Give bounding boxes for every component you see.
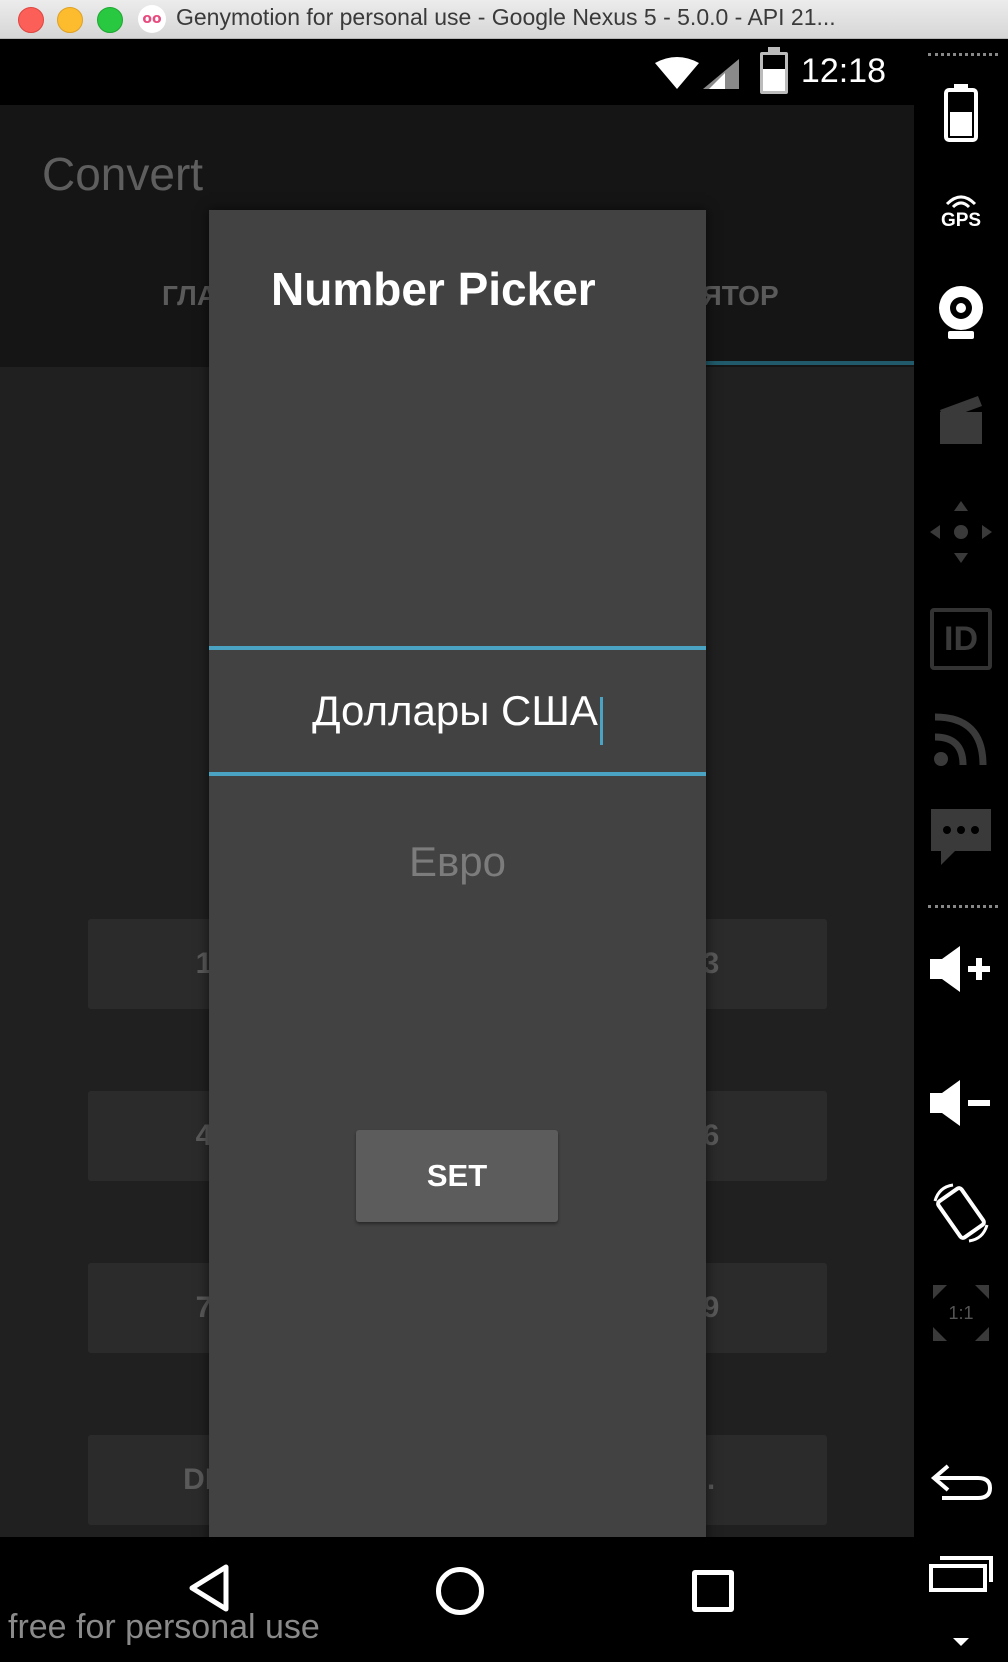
home-icon[interactable]	[436, 1567, 484, 1615]
network-tool-button[interactable]	[914, 699, 1008, 779]
picker-divider-bottom	[209, 772, 706, 776]
recent-apps-tool-button[interactable]	[914, 1539, 1008, 1609]
genymotion-logo-icon: oo	[138, 5, 166, 33]
picker-next-value[interactable]: Евро	[209, 838, 706, 886]
maximize-window-button[interactable]	[97, 7, 123, 33]
rotate-screen-icon	[933, 1183, 989, 1243]
toolbar-grip-2	[928, 905, 998, 908]
number-picker-dialog: Number Picker Доллары США Евро SET	[209, 210, 706, 1564]
volume-up-icon	[930, 946, 990, 992]
dpad-tool-button[interactable]	[914, 487, 1008, 577]
cell-signal-icon	[703, 59, 739, 89]
dpad-icon	[930, 501, 992, 563]
minimize-window-button[interactable]	[57, 7, 83, 33]
ratio-label: 1:1	[948, 1302, 974, 1323]
recents-icon[interactable]	[692, 1570, 734, 1612]
id-icon: ID	[930, 608, 992, 670]
capture-tool-button[interactable]	[914, 379, 1008, 459]
clapperboard-icon	[940, 396, 982, 444]
volume-down-icon	[930, 1080, 990, 1126]
dialog-title: Number Picker	[271, 263, 596, 315]
recent-apps-icon	[929, 1556, 993, 1592]
back-tool-button[interactable]	[914, 1447, 1008, 1517]
status-bar: 12:18	[0, 39, 914, 105]
return-arrow-icon	[930, 1464, 993, 1500]
watermark-text: free for personal use	[8, 1608, 320, 1646]
text-cursor	[599, 696, 603, 745]
pixel-perfect-button[interactable]: 1:1	[914, 1273, 1008, 1353]
device-screen: 12:18 Convert ГЛА ЛЯТОР 1 3 4 6 7 9 DE .…	[0, 39, 914, 1662]
volume-up-button[interactable]	[914, 929, 1008, 1009]
toolbar-more-button[interactable]	[914, 1627, 1008, 1657]
picker-selected-text[interactable]: Доллары США	[312, 687, 598, 734]
app-title: Convert	[42, 148, 204, 200]
camera-tool-button[interactable]	[914, 273, 1008, 353]
volume-down-button[interactable]	[914, 1063, 1008, 1143]
set-button[interactable]: SET	[356, 1130, 558, 1222]
window-titlebar: oo Genymotion for personal use - Google …	[0, 0, 1008, 39]
device-id-tool-button[interactable]: ID	[914, 599, 1008, 679]
sms-tool-button[interactable]	[914, 797, 1008, 877]
genymotion-toolbar: GPS ID 1:1	[914, 39, 1008, 1662]
network-signal-icon	[934, 713, 987, 766]
battery-icon	[760, 47, 788, 94]
battery-tool-icon	[944, 84, 978, 142]
status-time: 12:18	[800, 52, 886, 90]
window-title: Genymotion for personal use - Google Nex…	[176, 4, 836, 30]
webcam-icon	[939, 286, 983, 339]
gps-tool-button[interactable]: GPS	[914, 171, 1008, 251]
toolbar-grip	[928, 53, 998, 56]
gps-signal-icon	[945, 195, 977, 209]
back-icon[interactable]	[186, 1563, 232, 1613]
wifi-icon	[655, 57, 699, 89]
battery-tool-button[interactable]	[914, 73, 1008, 153]
rotate-tool-button[interactable]	[914, 1173, 1008, 1253]
navigation-bar: free for personal use	[0, 1537, 914, 1662]
chevron-down-icon	[953, 1638, 969, 1646]
app-background: Convert ГЛА ЛЯТОР 1 3 4 6 7 9 DE . Numbe…	[0, 105, 914, 1564]
picker-selected-value[interactable]: Доллары США	[209, 650, 706, 772]
message-icon	[931, 809, 991, 865]
gps-label: GPS	[940, 210, 982, 231]
close-window-button[interactable]	[18, 7, 44, 33]
